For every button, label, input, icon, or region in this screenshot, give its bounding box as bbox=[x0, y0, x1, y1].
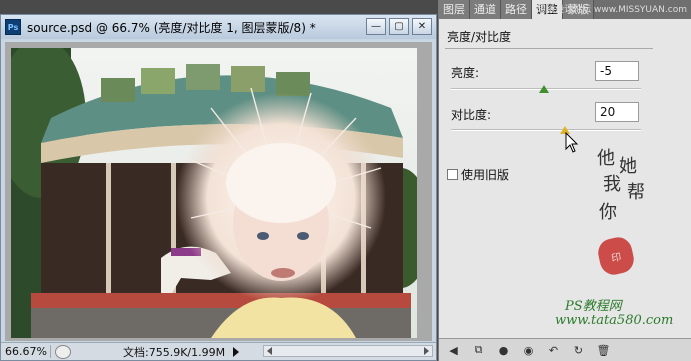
adjustments-panel: 图层 通道 路径 调整 蒙版 思缘设计论坛 www.MISSYUAN.com 亮… bbox=[438, 0, 691, 361]
calligraphy-char: 你 bbox=[599, 202, 617, 223]
scroll-left-icon[interactable] bbox=[267, 347, 272, 355]
brightness-label: 亮度: bbox=[451, 66, 480, 80]
mouse-cursor-icon bbox=[565, 132, 579, 153]
red-seal-stamp: 印 bbox=[595, 234, 637, 278]
site-url-watermark: www.tata580.com bbox=[555, 313, 674, 328]
photoshop-icon: Ps bbox=[5, 19, 21, 35]
photoshop-workspace: Ps source.psd @ 66.7% (亮度/对比度 1, 图层蒙版/8)… bbox=[0, 0, 691, 361]
calligraphy-char: 我 bbox=[603, 174, 621, 195]
window-controls: — ▢ ✕ bbox=[366, 18, 432, 35]
eye-icon[interactable]: ◉ bbox=[520, 343, 537, 358]
document-window: Ps source.psd @ 66.7% (亮度/对比度 1, 图层蒙版/8)… bbox=[0, 14, 437, 361]
document-size: 文档:755.9K/1.99M bbox=[123, 345, 226, 359]
prev-state-icon[interactable]: ↶ bbox=[545, 343, 562, 358]
calligraphy-char: 她 bbox=[619, 156, 637, 177]
zoom-level[interactable]: 66.67% bbox=[1, 345, 51, 358]
legacy-checkbox[interactable] bbox=[447, 169, 458, 180]
contrast-slider-track[interactable] bbox=[451, 129, 641, 131]
forum-watermark: 思缘设计论坛 www.MISSYUAN.com bbox=[537, 5, 687, 15]
close-button[interactable]: ✕ bbox=[412, 18, 432, 35]
brightness-slider-thumb[interactable] bbox=[539, 85, 549, 93]
status-info-icon[interactable] bbox=[55, 344, 71, 359]
calligraphy-char: 他 bbox=[597, 148, 615, 169]
restore-button[interactable]: ▢ bbox=[389, 18, 409, 35]
horizontal-scrollbar[interactable] bbox=[263, 345, 433, 357]
carousel-photo bbox=[11, 48, 417, 338]
minimize-button[interactable]: — bbox=[366, 18, 386, 35]
clip-icon[interactable]: ⧉ bbox=[470, 343, 487, 358]
document-title-bar[interactable]: Ps source.psd @ 66.7% (亮度/对比度 1, 图层蒙版/8)… bbox=[1, 15, 436, 39]
tab-channels[interactable]: 通道 bbox=[470, 0, 501, 19]
canvas-area[interactable] bbox=[5, 42, 432, 341]
scroll-right-icon[interactable] bbox=[424, 347, 429, 355]
contrast-input[interactable]: 20 bbox=[595, 102, 639, 122]
legacy-checkbox-label: 使用旧版 bbox=[461, 168, 510, 182]
document-status-bar: 66.67% 文档:755.9K/1.99M bbox=[1, 342, 436, 360]
tab-layers[interactable]: 图层 bbox=[439, 0, 470, 19]
tab-paths[interactable]: 路径 bbox=[501, 0, 532, 19]
panel-bottom-toolbar: ◀ ⧉ ● ◉ ↶ ↻ 🗑 bbox=[439, 338, 691, 361]
brightness-input[interactable]: -5 bbox=[595, 61, 639, 81]
reset-icon[interactable]: ↻ bbox=[570, 343, 587, 358]
document-title: source.psd @ 66.7% (亮度/对比度 1, 图层蒙版/8) * bbox=[27, 20, 316, 35]
mask-icon[interactable]: ● bbox=[495, 343, 512, 358]
adjustment-title: 亮度/对比度 bbox=[447, 30, 512, 44]
back-icon[interactable]: ◀ bbox=[445, 343, 462, 358]
divider bbox=[445, 48, 653, 49]
trash-icon[interactable]: 🗑 bbox=[595, 343, 612, 358]
site-name-watermark: PS教程网 bbox=[565, 299, 622, 314]
contrast-label: 对比度: bbox=[451, 108, 492, 122]
calligraphy-char: 帮 bbox=[627, 182, 645, 203]
status-menu-arrow-icon[interactable] bbox=[233, 346, 240, 357]
